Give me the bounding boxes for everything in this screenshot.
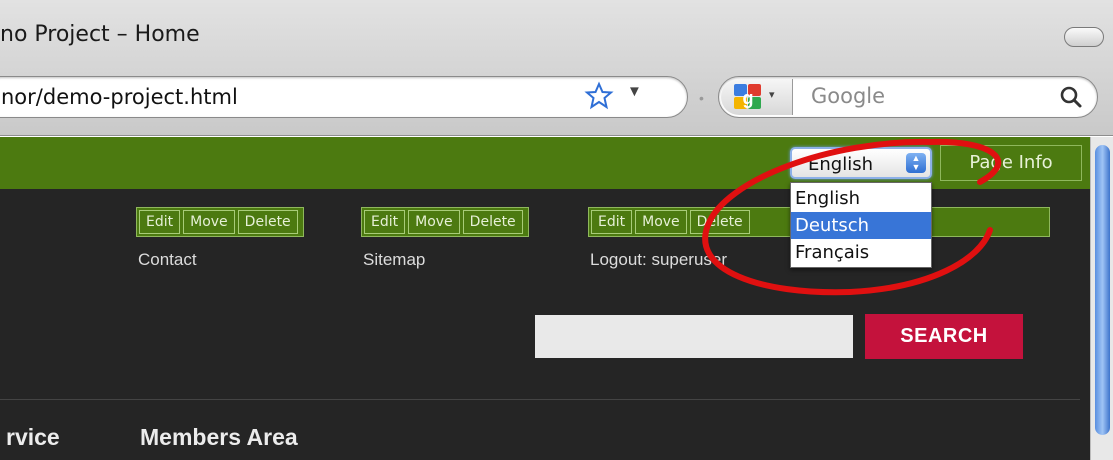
edit-bar-sitemap: Edit Move Delete: [361, 207, 529, 237]
nav-link-contact[interactable]: Contact: [138, 250, 197, 270]
language-option-english[interactable]: English: [791, 185, 931, 212]
delete-button[interactable]: Delete: [689, 210, 750, 234]
toolbar-separator: •: [699, 90, 704, 106]
address-bar[interactable]: nor/demo-project.html ▼: [0, 76, 688, 118]
nav-link-logout[interactable]: Logout: superuser: [590, 250, 727, 270]
site-search-input[interactable]: [535, 315, 853, 358]
site-search-button[interactable]: SEARCH: [865, 314, 1023, 359]
move-button[interactable]: Move: [408, 210, 460, 234]
content-divider: [0, 399, 1080, 400]
edit-button[interactable]: Edit: [139, 210, 181, 234]
edit-button[interactable]: Edit: [591, 210, 633, 234]
toolbar-toggle-button[interactable]: [1064, 27, 1104, 47]
search-engine-button[interactable]: g ▾: [721, 79, 793, 115]
search-input[interactable]: [811, 84, 1051, 108]
page-info-button[interactable]: Page Info: [940, 145, 1082, 181]
edit-button[interactable]: Edit: [364, 210, 406, 234]
edit-bar-contact: Edit Move Delete: [136, 207, 304, 237]
browser-chrome: no Project – Home nor/demo-project.html …: [0, 0, 1113, 136]
delete-button[interactable]: Delete: [462, 210, 523, 234]
google-logo-icon: g: [734, 84, 761, 109]
nav-link-sitemap[interactable]: Sitemap: [363, 250, 425, 270]
vertical-scrollbar[interactable]: [1090, 137, 1113, 460]
url-history-dropdown-icon[interactable]: ▼: [627, 83, 642, 100]
select-arrows-icon: ▲ ▼: [906, 153, 926, 173]
engine-dropdown-icon: ▾: [769, 89, 775, 101]
window-title: no Project – Home: [0, 22, 200, 47]
language-select[interactable]: English ▲ ▼: [790, 147, 932, 179]
main-nav-service[interactable]: rvice: [6, 424, 60, 451]
language-option-deutsch[interactable]: Deutsch: [791, 212, 931, 239]
svg-text:g: g: [743, 88, 754, 108]
search-bar[interactable]: g ▾: [718, 76, 1098, 118]
bookmark-star-icon[interactable]: [584, 81, 614, 111]
scrollbar-thumb[interactable]: [1095, 145, 1110, 435]
language-option-francais[interactable]: Français: [791, 239, 931, 266]
delete-button[interactable]: Delete: [237, 210, 298, 234]
language-options-list: English Deutsch Français: [790, 182, 932, 268]
url-text: nor/demo-project.html: [1, 85, 238, 109]
move-button[interactable]: Move: [635, 210, 687, 234]
language-select-value: English: [808, 154, 873, 175]
web-page: English ▲ ▼ Page Info Edit Move Delete Co…: [0, 137, 1090, 460]
move-button[interactable]: Move: [183, 210, 235, 234]
magnifier-icon[interactable]: [1059, 85, 1083, 109]
main-nav-members-area[interactable]: Members Area: [140, 424, 298, 451]
